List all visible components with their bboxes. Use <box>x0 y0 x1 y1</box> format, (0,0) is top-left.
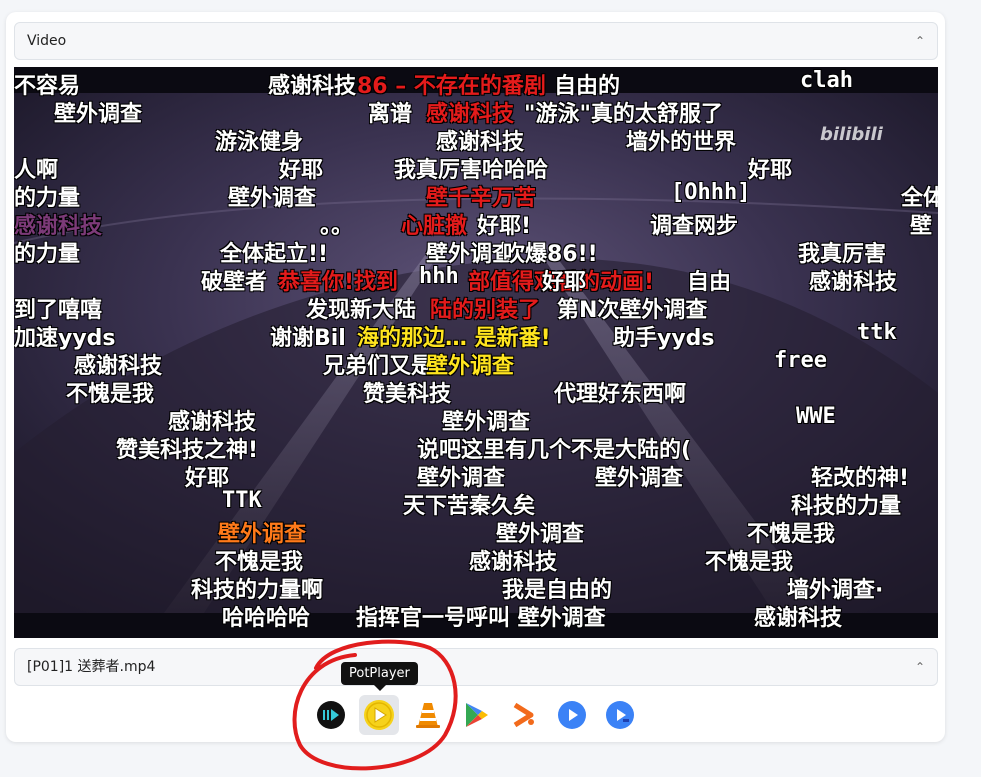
danmaku-comment: 破壁者 <box>201 270 268 295</box>
chevron-up-down-icon: ⌃ <box>914 34 925 48</box>
danmaku-comment: 调查网步 <box>650 214 739 239</box>
player-tooltip: PotPlayer <box>341 662 418 691</box>
danmaku-comment: 壁 <box>910 214 933 239</box>
episode-select[interactable]: [P01]1 送葬者.mp4 ⌃ <box>14 648 938 686</box>
infuse-button[interactable] <box>504 695 544 735</box>
episode-value: [P01]1 送葬者.mp4 <box>27 659 156 675</box>
danmaku-comment: 壁外调查 <box>54 102 143 127</box>
chevron-up-down-icon: ⌃ <box>914 660 925 674</box>
danmaku-comment: TTK <box>222 488 262 513</box>
danmaku-comment: clah <box>800 68 853 93</box>
danmaku-comment: 助手yyds <box>613 326 715 351</box>
vlc-button[interactable] <box>408 695 448 735</box>
danmaku-comment: 的力量 <box>14 242 81 267</box>
iina-button[interactable] <box>311 695 351 735</box>
danmaku-comment: free <box>774 348 827 373</box>
play-store-button[interactable] <box>456 695 496 735</box>
mx-player-button[interactable] <box>552 695 592 735</box>
potplayer-icon <box>364 700 394 730</box>
danmaku-comment: 指挥官一号呼叫 壁外调查 <box>356 606 606 631</box>
danmaku-comment: [Ohhh] <box>671 180 751 205</box>
danmaku-comment: 不愧是我 <box>705 550 794 575</box>
danmaku-comment: 代理好东西啊 <box>554 382 687 407</box>
vlc-icon <box>416 703 440 728</box>
danmaku-comment: hhh <box>419 264 459 289</box>
infuse-icon <box>513 702 534 728</box>
danmaku-comment: 感谢科技 <box>754 606 843 631</box>
danmaku-comment: 感谢科技 <box>268 74 357 99</box>
danmaku-comment: 感谢科技 <box>809 270 898 295</box>
source-type-select[interactable]: Video ⌃ <box>14 22 938 60</box>
play-store-icon <box>466 703 488 727</box>
iina-icon <box>317 701 345 729</box>
danmaku-comment: 哈哈哈哈 <box>222 606 311 631</box>
danmaku-comment: 离谱 <box>368 102 413 127</box>
source-type-value: Video <box>27 33 67 49</box>
mx-player-icon <box>558 701 586 729</box>
danmaku-comment: 墙外的世界 <box>626 130 737 155</box>
danmaku-comment: 不愧是我 <box>66 382 155 407</box>
danmaku-comment: 好耶 <box>748 158 793 183</box>
mx-player-pro-icon <box>606 701 634 729</box>
potplayer-button[interactable] <box>359 695 399 735</box>
mx-player-pro-button[interactable] <box>600 695 640 735</box>
danmaku-comment: ttk <box>857 320 897 345</box>
danmaku-comment: WWE <box>796 404 836 429</box>
bilibili-watermark: bilibili <box>820 124 883 145</box>
danmaku-comment: 赞美科技 <box>363 382 452 407</box>
danmaku-comment: 壁外调查 <box>228 186 317 211</box>
danmaku-comment: 壁外调查 <box>595 466 684 491</box>
video-player[interactable]: bilibili 不容易 感谢科技 86 – 不存在的番剧 自由的 clah 壁外调查 离谱… <box>14 67 938 638</box>
